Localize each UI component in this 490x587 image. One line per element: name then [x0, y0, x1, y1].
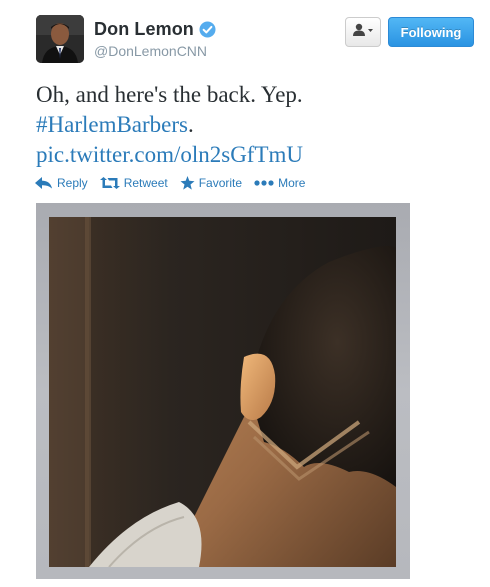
avatar-photo [36, 15, 84, 63]
more-label: More [278, 176, 306, 190]
more-dots-icon [254, 180, 274, 186]
retweet-icon [99, 177, 120, 189]
reply-action[interactable]: Reply [35, 176, 88, 190]
reply-icon [35, 177, 52, 189]
user-actions-dropdown-button[interactable] [345, 17, 381, 47]
hashtag-link[interactable]: #HarlemBarbers [36, 112, 188, 137]
verified-badge-icon [199, 21, 216, 38]
tweet-hashtag-line: #HarlemBarbers. [36, 110, 466, 140]
user-name-block[interactable]: Don Lemon @DonLemonCNN [94, 19, 216, 59]
hashtag-suffix: . [188, 112, 194, 137]
haircut-photo [49, 217, 396, 567]
favorite-label: Favorite [198, 176, 243, 190]
tweet-media-link-line: pic.twitter.com/oln2sGfTmU [36, 140, 466, 170]
reply-label: Reply [57, 176, 88, 190]
display-name[interactable]: Don Lemon [94, 19, 194, 40]
tweet-text: Oh, and here's the back. Yep. #HarlemBar… [36, 80, 466, 170]
tweet-actions: Reply Retweet Favorite More [35, 176, 317, 190]
favorite-action[interactable]: Favorite [180, 176, 242, 190]
user-actions-icon [352, 23, 374, 42]
star-icon [180, 176, 195, 190]
media-frame[interactable] [36, 203, 410, 579]
tweet-photo[interactable] [49, 217, 396, 567]
tweet-text-line: Oh, and here's the back. Yep. [36, 82, 303, 107]
retweet-label: Retweet [123, 176, 168, 190]
retweet-action[interactable]: Retweet [99, 176, 168, 190]
user-avatar[interactable] [36, 15, 84, 63]
name-row: Don Lemon [94, 19, 216, 40]
media-link[interactable]: pic.twitter.com/oln2sGfTmU [36, 142, 303, 167]
following-button[interactable]: Following [388, 17, 474, 47]
user-handle[interactable]: @DonLemonCNN [94, 43, 216, 59]
more-action[interactable]: More [254, 176, 305, 190]
